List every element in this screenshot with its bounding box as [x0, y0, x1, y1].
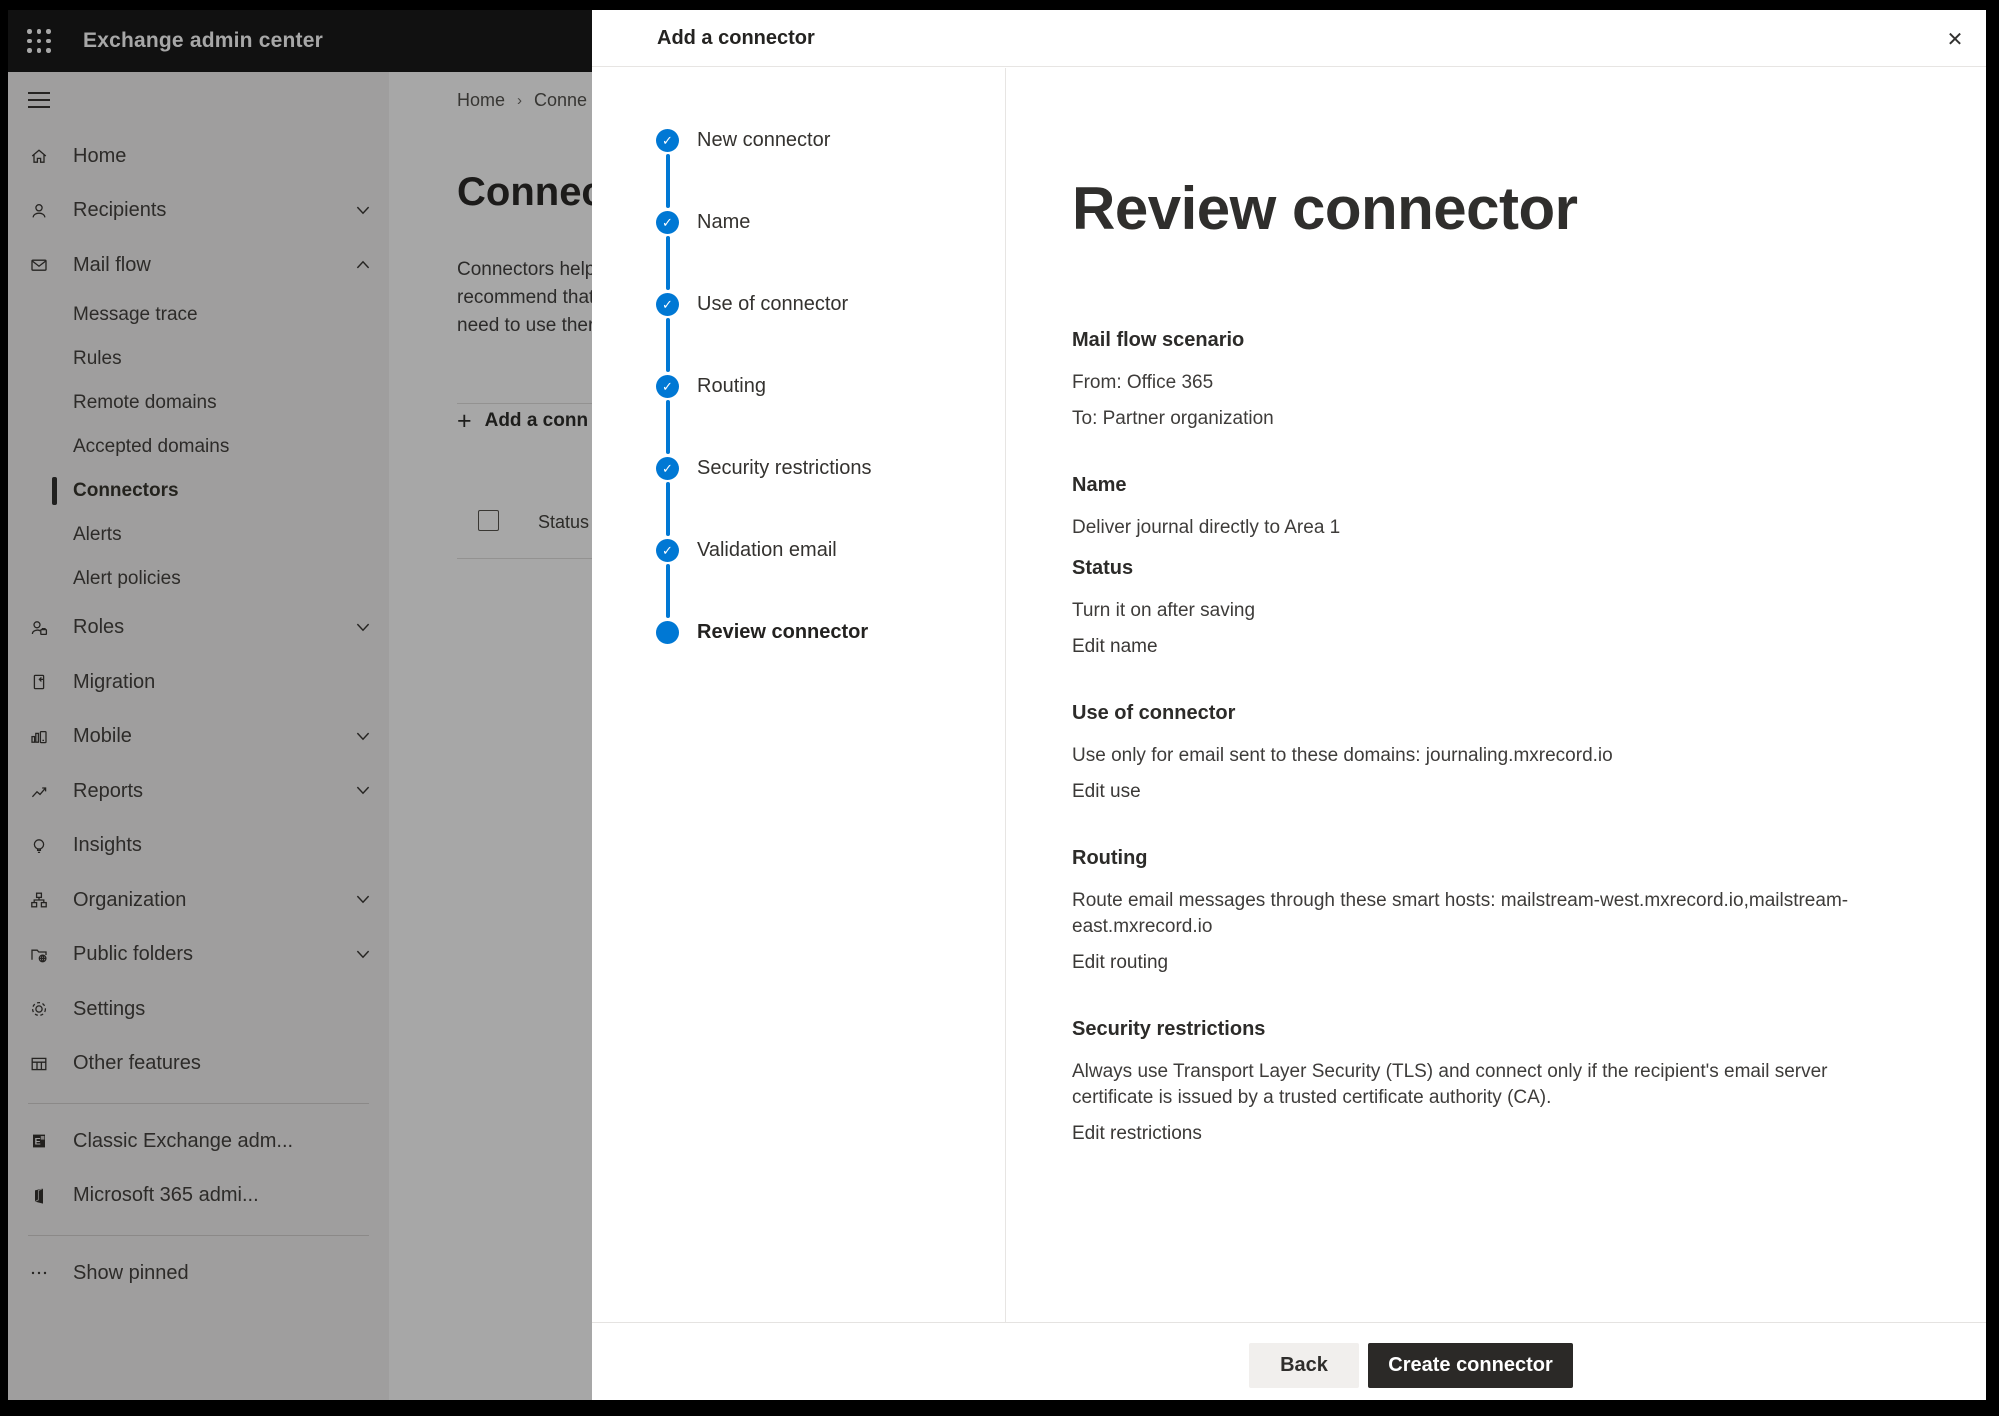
section-title: Use of connector — [1072, 702, 1946, 725]
section-title: Name — [1072, 474, 1946, 497]
edit-restrictions-link[interactable]: Edit restrictions — [1072, 1121, 1202, 1147]
step-routing[interactable]: ✓ Routing — [592, 375, 1005, 399]
step-label: Security restrictions — [697, 457, 872, 480]
panel-body: ✓ New connector ✓ Name ✓ Use of connecto… — [592, 68, 1986, 1322]
review-heading: Review connector — [1072, 174, 1946, 244]
step-current-dot — [656, 621, 679, 644]
section-text: Route email messages through these smart… — [1072, 888, 1858, 940]
step-validation-email[interactable]: ✓ Validation email — [592, 539, 1005, 563]
step-label: Validation email — [697, 539, 837, 562]
step-security-restrictions[interactable]: ✓ Security restrictions — [592, 457, 1005, 481]
panel-title: Add a connector — [657, 10, 815, 67]
step-check-icon: ✓ — [656, 211, 679, 234]
step-name[interactable]: ✓ Name — [592, 211, 1005, 235]
step-label: Routing — [697, 375, 766, 398]
step-label: Review connector — [697, 621, 868, 644]
step-connector-line — [666, 236, 670, 290]
step-review-connector[interactable]: Review connector — [592, 621, 1005, 645]
review-section-use-of-connector: Use of connector Use only for email sent … — [1072, 702, 1946, 805]
step-connector-line — [666, 154, 670, 208]
review-section-routing: Routing Route email messages through thes… — [1072, 847, 1946, 976]
step-check-icon: ✓ — [656, 539, 679, 562]
step-connector-line — [666, 318, 670, 372]
back-button[interactable]: Back — [1249, 1343, 1359, 1388]
close-icon[interactable]: ✕ — [1941, 25, 1969, 53]
screenshot-root: Exchange admin center Home Recipients Ma… — [0, 0, 1999, 1416]
step-check-icon: ✓ — [656, 129, 679, 152]
section-text: From: Office 365 — [1072, 370, 1858, 396]
section-title: Mail flow scenario — [1072, 329, 1946, 352]
create-connector-button[interactable]: Create connector — [1368, 1343, 1573, 1388]
step-new-connector[interactable]: ✓ New connector — [592, 129, 1005, 153]
review-section-security-restrictions: Security restrictions Always use Transpor… — [1072, 1018, 1946, 1147]
wizard-steps: ✓ New connector ✓ Name ✓ Use of connecto… — [592, 68, 1006, 1322]
edit-routing-link[interactable]: Edit routing — [1072, 950, 1168, 976]
section-text: Deliver journal directly to Area 1 — [1072, 515, 1858, 541]
section-title: Routing — [1072, 847, 1946, 870]
section-text: Always use Transport Layer Security (TLS… — [1072, 1059, 1858, 1111]
add-connector-panel: Add a connector ✕ ✓ New connector ✓ Name… — [592, 10, 1986, 1400]
panel-footer: Back Create connector — [592, 1322, 1986, 1400]
step-connector-line — [666, 564, 670, 618]
step-check-icon: ✓ — [656, 293, 679, 316]
review-section-name: Name Deliver journal directly to Area 1 St… — [1072, 474, 1946, 660]
edit-use-link[interactable]: Edit use — [1072, 779, 1141, 805]
step-label: New connector — [697, 129, 830, 152]
section-subtitle: Status — [1072, 557, 1946, 580]
review-section-mail-flow-scenario: Mail flow scenario From: Office 365 To: Pa… — [1072, 329, 1946, 432]
review-sections: Mail flow scenario From: Office 365 To: Pa… — [1072, 329, 1946, 1147]
step-check-icon: ✓ — [656, 457, 679, 480]
section-text: Use only for email sent to these domains… — [1072, 743, 1858, 769]
step-use-of-connector[interactable]: ✓ Use of connector — [592, 293, 1005, 317]
step-label: Name — [697, 211, 750, 234]
panel-header: Add a connector ✕ — [592, 10, 1986, 67]
review-content: Review connector Mail flow scenario From:… — [1006, 68, 1986, 1322]
step-connector-line — [666, 400, 670, 454]
step-check-icon: ✓ — [656, 375, 679, 398]
edit-name-link[interactable]: Edit name — [1072, 634, 1158, 660]
app-window: Exchange admin center Home Recipients Ma… — [8, 10, 1986, 1400]
section-text: To: Partner organization — [1072, 406, 1858, 432]
step-label: Use of connector — [697, 293, 848, 316]
section-text: Turn it on after saving — [1072, 598, 1858, 624]
section-title: Security restrictions — [1072, 1018, 1946, 1041]
step-connector-line — [666, 482, 670, 536]
